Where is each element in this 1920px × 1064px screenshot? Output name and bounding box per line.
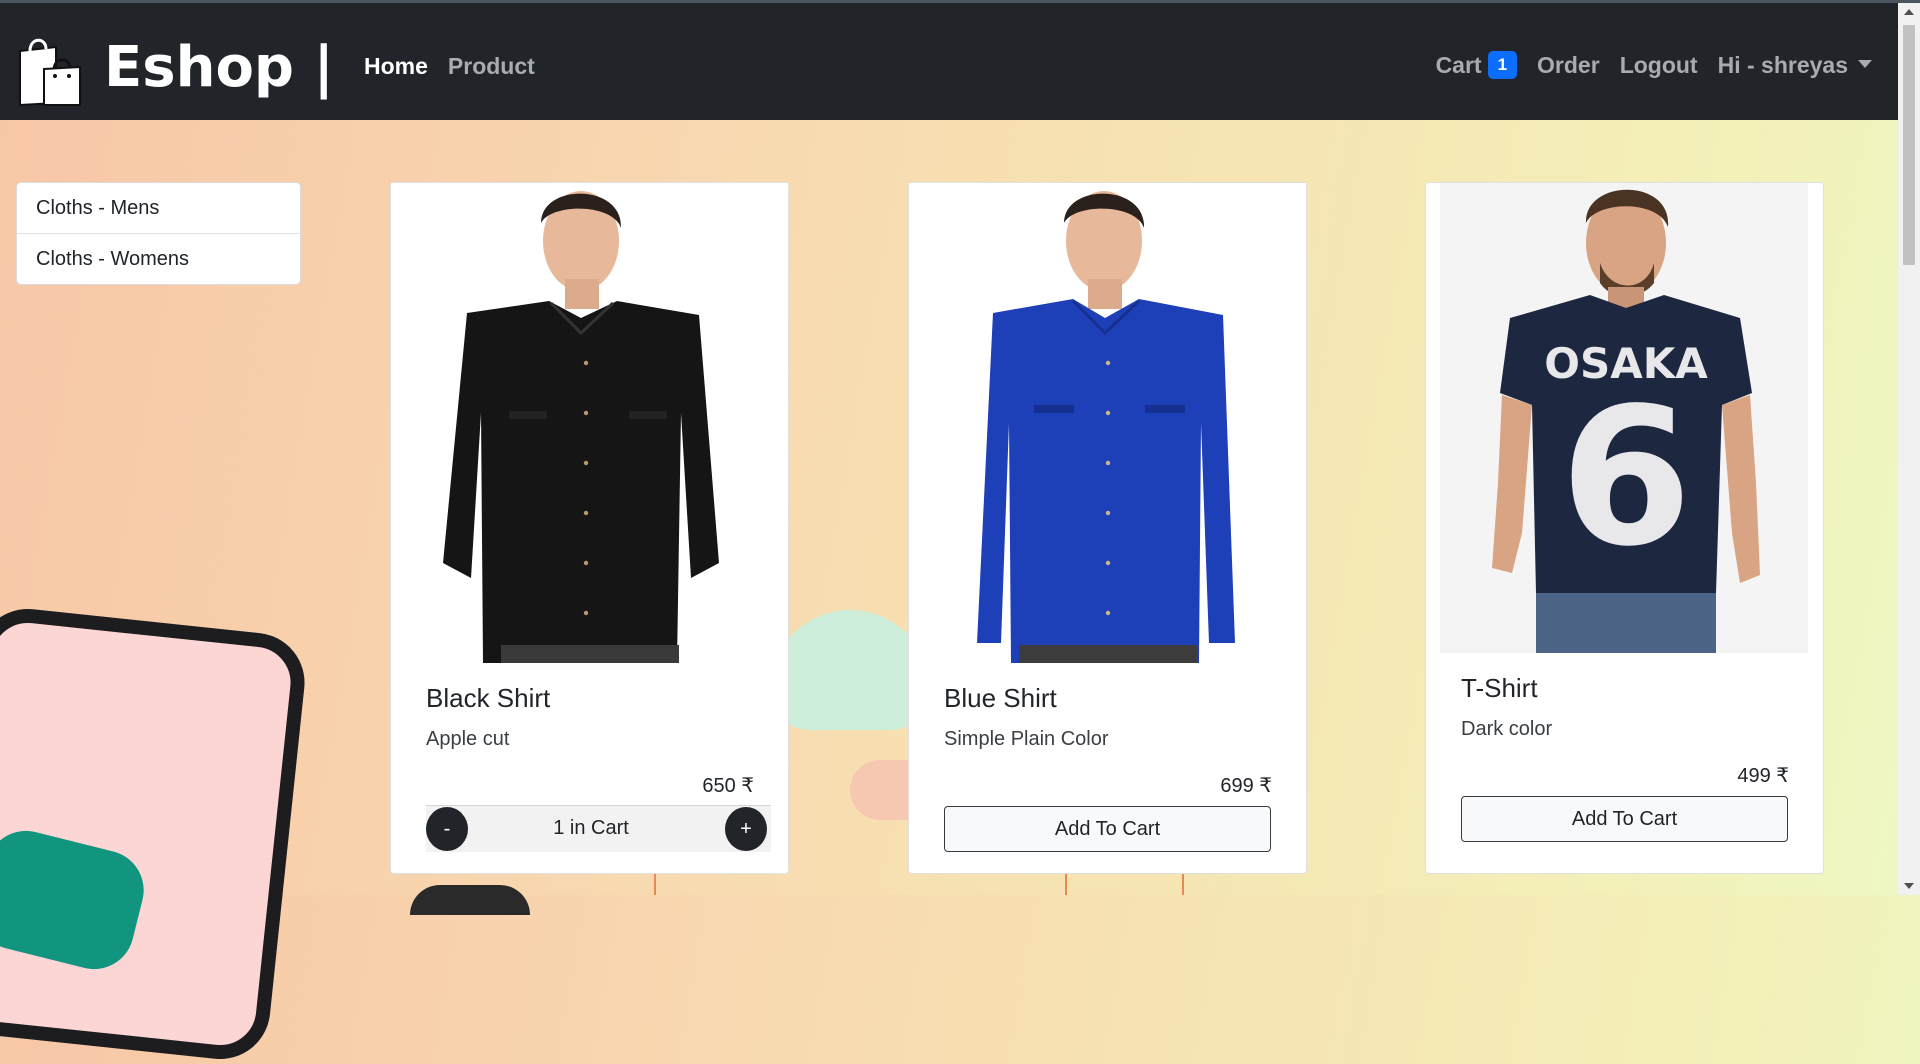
product-image [391, 183, 788, 663]
brand[interactable]: Eshop | [16, 33, 334, 107]
shopping-bags-icon [19, 38, 81, 107]
blue-shirt-image [909, 183, 1306, 663]
product-price: 499 ₹ [1737, 765, 1789, 787]
nav-logout[interactable]: Logout [1620, 52, 1698, 79]
black-shirt-image [391, 183, 788, 663]
scroll-up-arrow-icon[interactable] [1904, 9, 1914, 15]
product-card: OSAKA 6 T-Shirt Dark color 499 ₹ Add To … [1425, 182, 1824, 874]
product-title: T-Shirt [1461, 673, 1538, 703]
brand-title: Eshop | [104, 35, 334, 100]
product-title: Blue Shirt [944, 683, 1057, 713]
t-shirt-image: OSAKA 6 [1440, 183, 1808, 653]
product-description: Apple cut [426, 728, 510, 750]
cart-count-badge: 1 [1487, 51, 1518, 79]
user-dropdown[interactable]: Hi - shreyas [1718, 52, 1872, 79]
scroll-down-arrow-icon[interactable] [1904, 883, 1914, 889]
decrease-quantity-button[interactable]: - [426, 807, 468, 851]
category-list: Cloths - Mens Cloths - Womens [16, 182, 301, 285]
nav-home[interactable]: Home [364, 53, 428, 80]
navbar: Eshop | Home Product Cart 1 Order Logout… [0, 3, 1898, 120]
add-to-cart-button[interactable]: Add To Cart [944, 806, 1271, 852]
product-description: Dark color [1461, 718, 1553, 740]
user-nav: Cart 1 Order Logout Hi - shreyas [1436, 51, 1872, 79]
page-scrollbar[interactable] [1898, 3, 1920, 895]
background-cloud [770, 610, 930, 730]
product-price: 650 ₹ [702, 775, 754, 797]
background-shape [410, 885, 530, 915]
nav-cart-label: Cart [1435, 51, 1482, 78]
user-greeting: Hi - shreyas [1717, 51, 1848, 78]
background-stick [1065, 872, 1067, 895]
scrollbar-thumb[interactable] [1903, 25, 1915, 265]
primary-nav: Home Product [364, 53, 535, 80]
nav-product[interactable]: Product [448, 53, 535, 80]
nav-cart[interactable]: Cart 1 [1435, 51, 1518, 79]
caret-down-icon [1858, 60, 1872, 69]
product-description: Simple Plain Color [944, 728, 1109, 750]
cart-quantity-control: 1 in Cart - + [426, 805, 771, 852]
add-to-cart-button[interactable]: Add To Cart [1461, 796, 1788, 842]
background-stick [1182, 872, 1184, 895]
category-item-womens[interactable]: Cloths - Womens [17, 234, 300, 284]
increase-quantity-button[interactable]: + [725, 807, 767, 851]
product-image [909, 183, 1306, 663]
tee-print-number: 6 [1560, 367, 1692, 588]
product-image: OSAKA 6 [1440, 183, 1808, 653]
product-card: Black Shirt Apple cut 650 ₹ 1 in Cart - … [390, 182, 789, 874]
background-stick [654, 872, 656, 895]
product-price: 699 ₹ [1220, 775, 1272, 797]
product-card: Blue Shirt Simple Plain Color 699 ₹ Add … [908, 182, 1307, 874]
category-item-mens[interactable]: Cloths - Mens [17, 183, 300, 234]
product-title: Black Shirt [426, 683, 551, 713]
nav-order[interactable]: Order [1537, 52, 1600, 79]
cart-quantity-label: 1 in Cart [553, 817, 629, 839]
